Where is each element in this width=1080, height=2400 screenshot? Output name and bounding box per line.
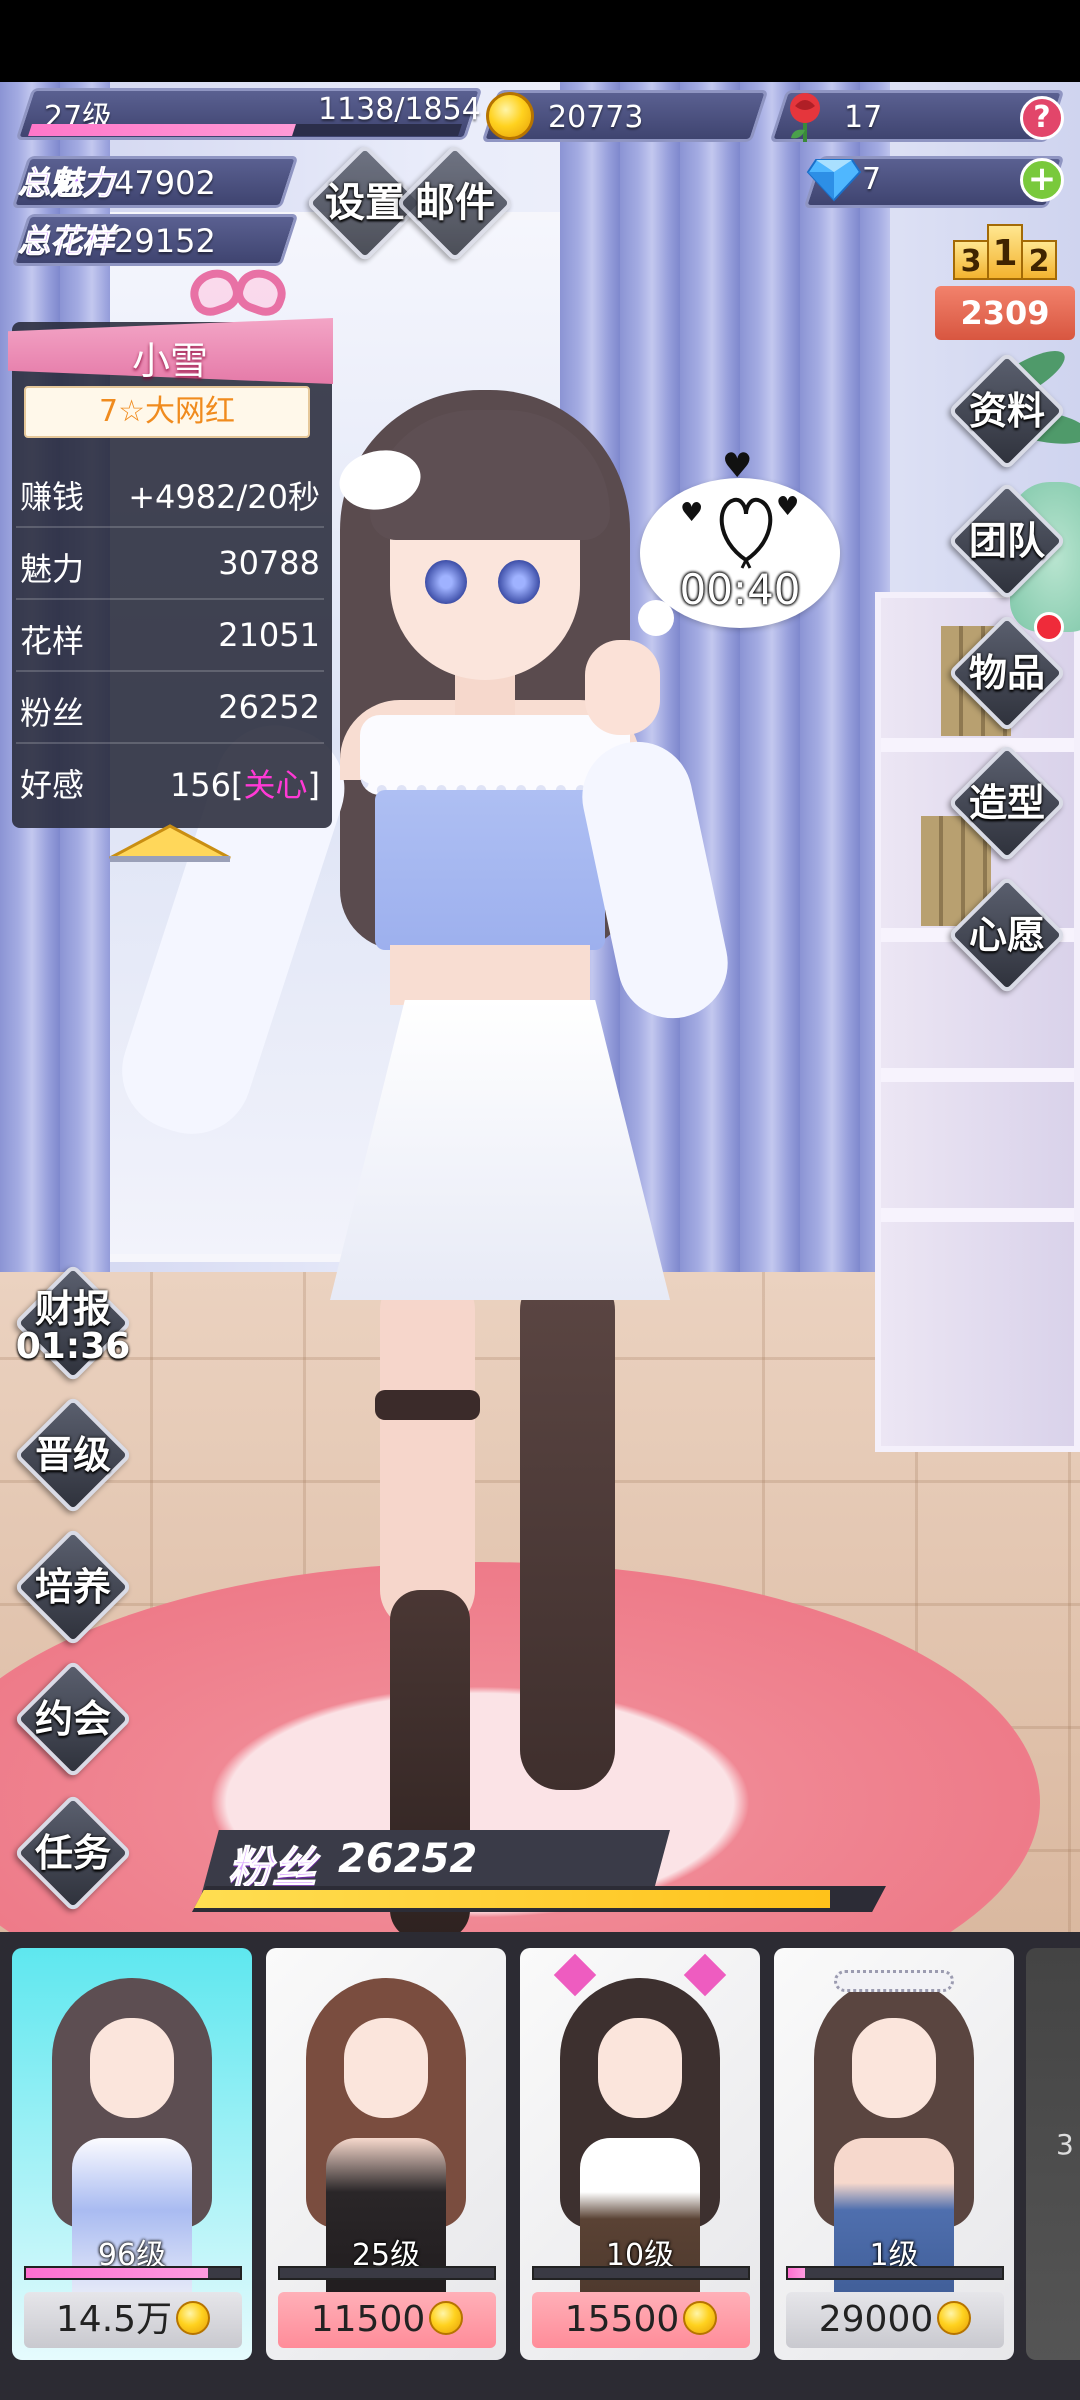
character-card[interactable]: 96级 14.5万 bbox=[12, 1948, 252, 2360]
stat-fans-value: 26252 bbox=[218, 688, 320, 726]
financial-report-button[interactable]: 财报 01:36 bbox=[13, 1263, 133, 1383]
character-name: 小雪 bbox=[131, 339, 208, 383]
affection-tag: 关心 bbox=[243, 766, 308, 804]
xp-bar bbox=[28, 124, 462, 136]
heart-hands-icon bbox=[719, 497, 773, 569]
stat-style-value: 21051 bbox=[218, 616, 320, 654]
stat-charm: 魅力 30788 bbox=[20, 544, 320, 594]
character-title: 7☆大网红 bbox=[24, 386, 310, 438]
promote-label: 晋级 bbox=[34, 1433, 111, 1477]
ranking-value: 2309 bbox=[935, 286, 1075, 340]
card-price-button[interactable]: 14.5万 bbox=[24, 2292, 242, 2348]
profile-button[interactable]: 资料 bbox=[947, 351, 1067, 471]
stat-affection: 好感 156[关心] bbox=[20, 760, 320, 810]
card-price-button[interactable]: 11500 bbox=[278, 2292, 496, 2348]
stat-charm-value: 30788 bbox=[218, 544, 320, 582]
rose-value: 17 bbox=[844, 100, 883, 135]
stat-style-label: 花样 bbox=[20, 622, 85, 660]
status-bar-area bbox=[0, 0, 1080, 82]
cat-ear-icon bbox=[553, 1953, 597, 1997]
card-price: 15500 bbox=[564, 2299, 680, 2340]
help-icon[interactable]: ? bbox=[1020, 96, 1064, 140]
fans-progress-bar bbox=[192, 1886, 886, 1912]
character-card[interactable]: 10级 15500 bbox=[520, 1948, 760, 2360]
train-button[interactable]: 培养 bbox=[13, 1527, 133, 1647]
collapse-panel-icon[interactable] bbox=[100, 818, 240, 864]
card-price: 11500 bbox=[310, 2299, 426, 2340]
mail-button[interactable]: 邮件 bbox=[395, 143, 515, 263]
items-notification-dot bbox=[1034, 612, 1064, 642]
card-progress-bar bbox=[24, 2266, 242, 2280]
ranking-button[interactable]: 3 1 2 2309 bbox=[935, 200, 1075, 340]
rose-icon bbox=[790, 93, 820, 142]
promote-button[interactable]: 晋级 bbox=[13, 1395, 133, 1515]
coin-icon bbox=[429, 2301, 464, 2335]
fans-value: 26252 bbox=[338, 1836, 478, 1882]
stat-affection-value: 156 bbox=[169, 766, 232, 804]
add-diamond-button[interactable]: + bbox=[1020, 158, 1064, 202]
bubble-timer: 00:40 bbox=[679, 565, 801, 614]
outfit-label: 造型 bbox=[968, 781, 1045, 825]
coin-value: 20773 bbox=[548, 100, 644, 135]
heart-icon: ♥ bbox=[680, 498, 704, 528]
fans-progress-fill bbox=[192, 1890, 831, 1908]
wish-button[interactable]: 心愿 bbox=[947, 875, 1067, 995]
financial-report-timer: 01:36 bbox=[15, 1326, 131, 1367]
character-card[interactable]: 1级 29000 bbox=[774, 1948, 1014, 2360]
stat-fans-label: 粉丝 bbox=[20, 694, 85, 732]
total-style-value: 29152 bbox=[114, 222, 216, 260]
card-progress-bar bbox=[278, 2266, 496, 2280]
total-style-label: 总花样 bbox=[17, 222, 115, 261]
maid-headband-icon bbox=[834, 1970, 954, 1992]
stat-affection-label: 好感 bbox=[20, 766, 85, 804]
wish-label: 心愿 bbox=[968, 913, 1045, 957]
tasks-label: 任务 bbox=[34, 1831, 111, 1875]
character-card-partial[interactable]: 3 bbox=[1026, 1948, 1080, 2360]
total-charm-label: 总魅力 bbox=[17, 164, 115, 203]
rank-first: 1 bbox=[987, 224, 1023, 280]
date-button[interactable]: 约会 bbox=[13, 1659, 133, 1779]
stat-style: 花样 21051 bbox=[20, 616, 320, 666]
outfit-button[interactable]: 造型 bbox=[947, 743, 1067, 863]
tasks-button[interactable]: 任务 bbox=[13, 1793, 133, 1913]
card-price-button[interactable]: 15500 bbox=[532, 2292, 750, 2348]
profile-label: 资料 bbox=[968, 389, 1045, 433]
stat-earnings: 赚钱 +4982/20秒 bbox=[20, 472, 320, 522]
diamond-value: 7 bbox=[862, 162, 882, 197]
xp-bar-fill bbox=[28, 124, 296, 136]
coin-icon bbox=[937, 2301, 972, 2335]
card-price: 14.5万 bbox=[55, 2299, 173, 2340]
train-label: 培养 bbox=[34, 1565, 111, 1609]
team-label: 团队 bbox=[968, 519, 1045, 563]
card-partial-label: 3 bbox=[1056, 2128, 1074, 2161]
card-progress-bar bbox=[786, 2266, 1004, 2280]
diamond-icon bbox=[806, 159, 862, 202]
date-label: 约会 bbox=[34, 1697, 111, 1741]
team-button[interactable]: 团队 bbox=[947, 481, 1067, 601]
total-charm-value: 47902 bbox=[114, 164, 216, 202]
ribbon-bow-icon bbox=[183, 262, 293, 330]
cat-ear-icon bbox=[683, 1953, 727, 1997]
stat-fans: 粉丝 26252 bbox=[20, 688, 320, 738]
card-progress-bar bbox=[532, 2266, 750, 2280]
stat-earnings-value: +4982/20秒 bbox=[128, 478, 320, 516]
rank-third: 3 bbox=[953, 240, 989, 280]
mail-label: 邮件 bbox=[415, 180, 495, 226]
rank-second: 2 bbox=[1021, 240, 1057, 280]
stat-charm-label: 魅力 bbox=[20, 550, 85, 588]
card-price: 29000 bbox=[818, 2299, 934, 2340]
character-card[interactable]: 25级 11500 bbox=[266, 1948, 506, 2360]
stat-earnings-label: 赚钱 bbox=[20, 478, 85, 516]
xp-text: 1138/1854 bbox=[318, 92, 481, 127]
card-price-button[interactable]: 29000 bbox=[786, 2292, 1004, 2348]
coin-icon bbox=[176, 2301, 211, 2335]
coin-icon bbox=[683, 2301, 718, 2335]
coin-icon bbox=[486, 92, 534, 140]
